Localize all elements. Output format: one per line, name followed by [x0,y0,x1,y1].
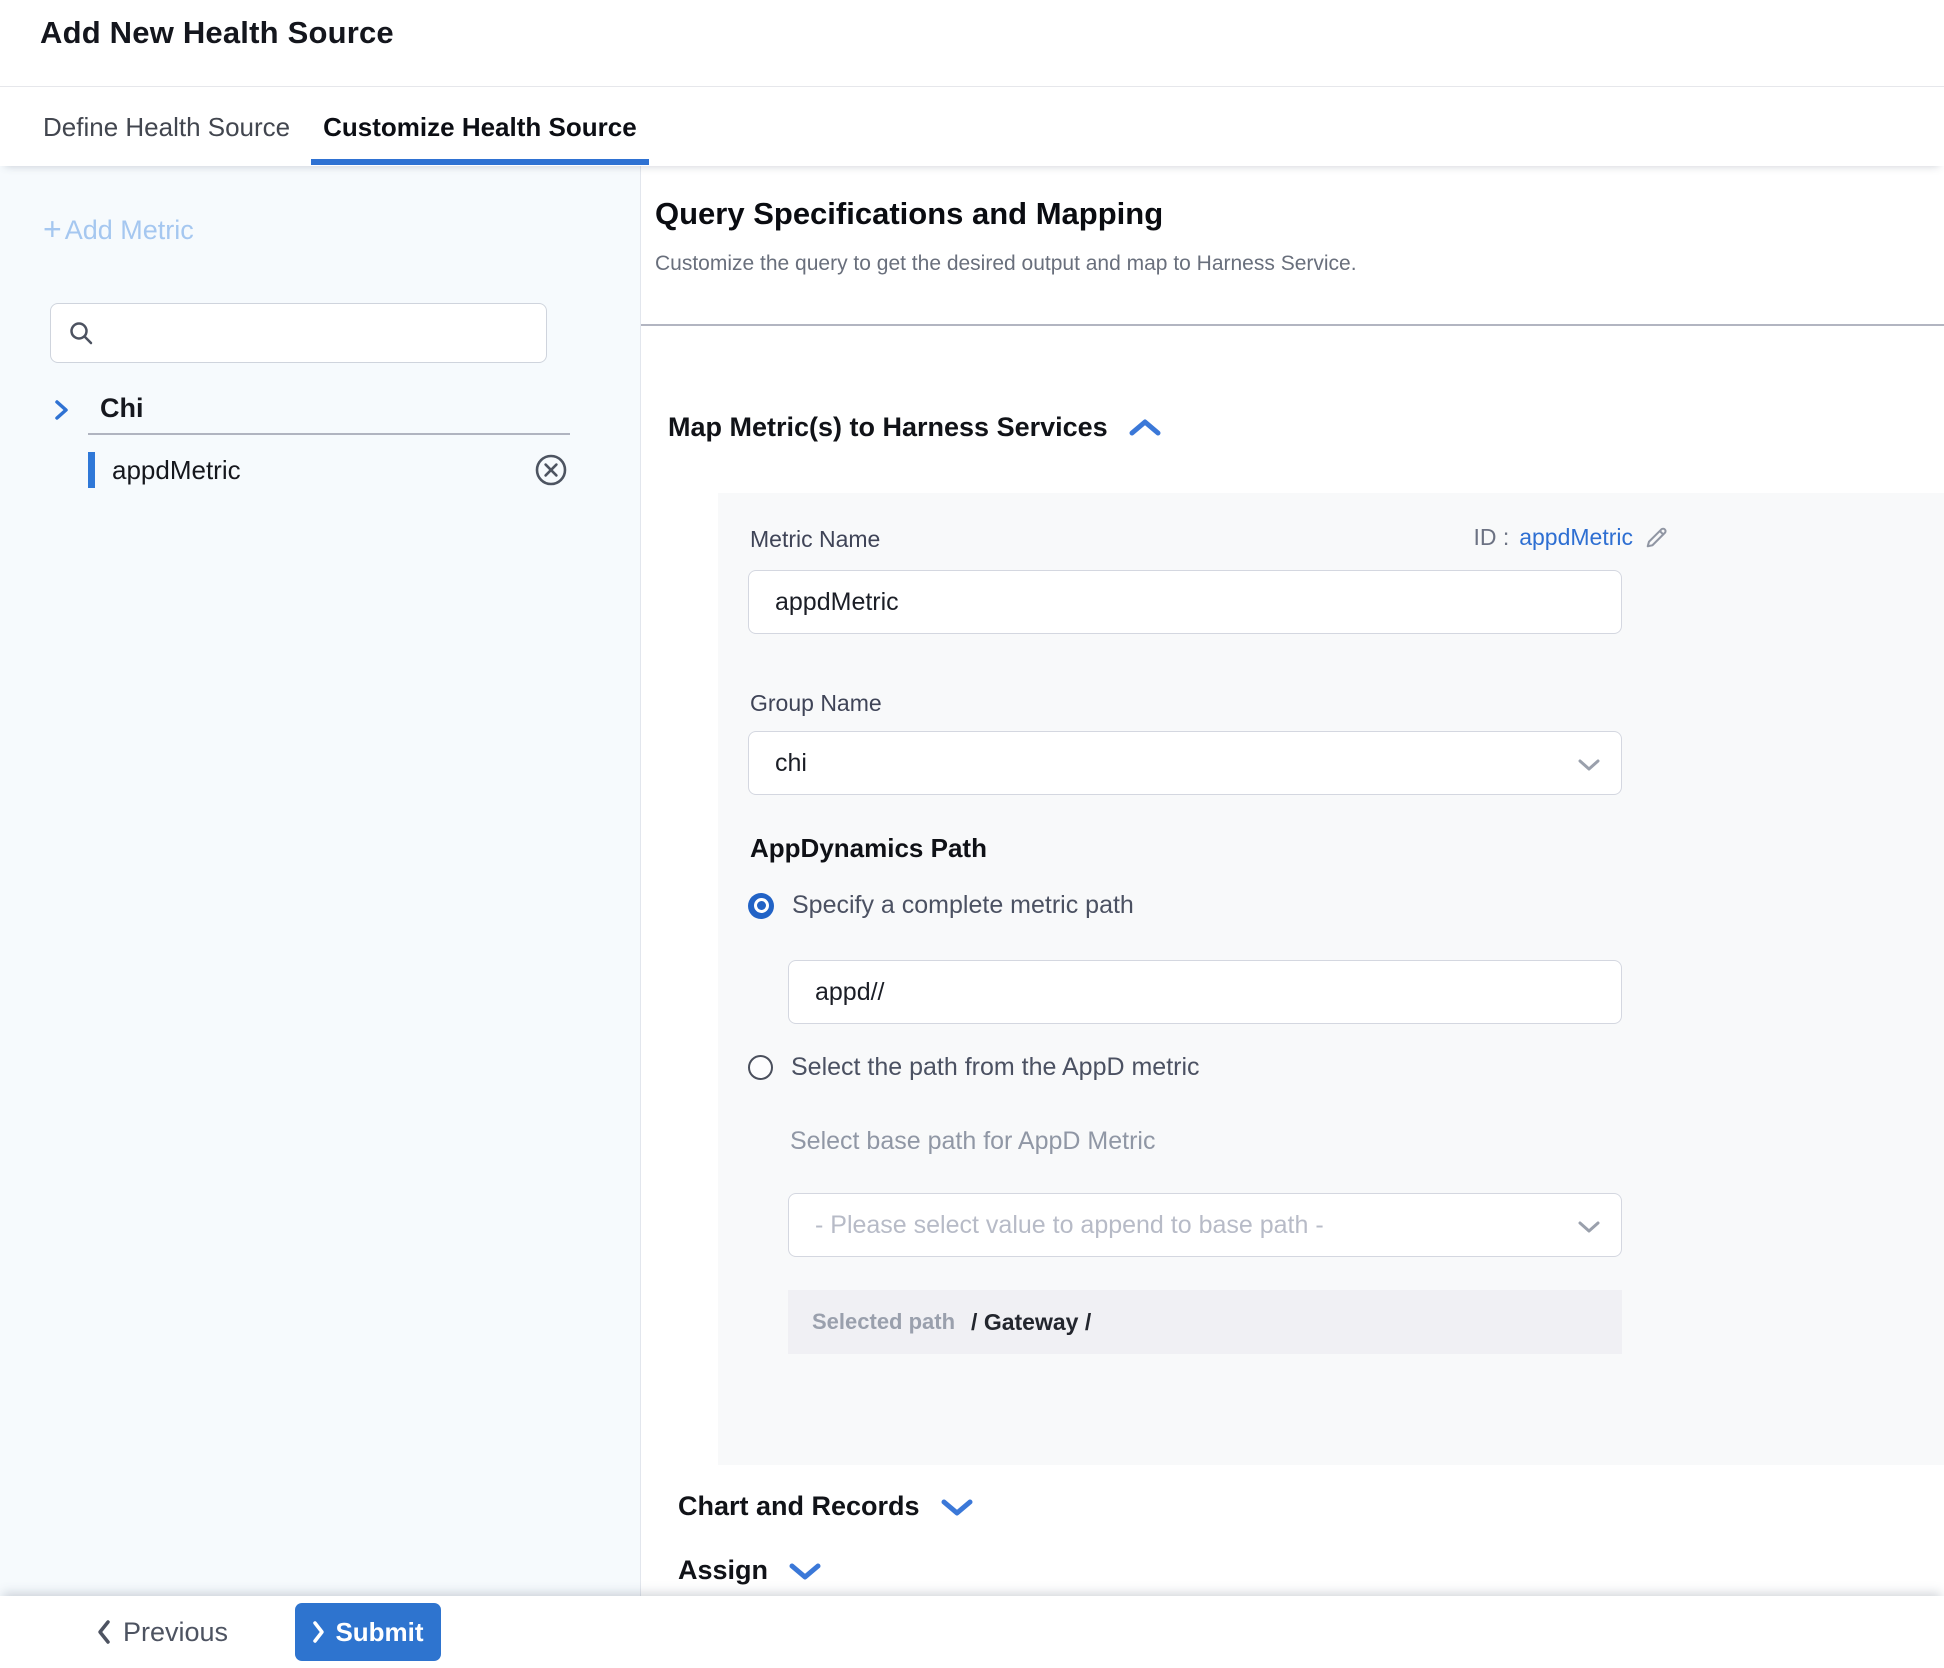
radio-unselected-icon [748,1055,773,1080]
appdynamics-path-title: AppDynamics Path [750,833,987,864]
pencil-icon [1643,524,1670,551]
metric-name-input[interactable] [748,570,1622,634]
query-spec-panel: Query Specifications and Mapping Customi… [641,166,1944,1596]
submit-button[interactable]: Submit [295,1603,441,1661]
id-prefix-label: ID : [1473,524,1509,551]
selected-path-label: Selected path [812,1309,955,1335]
map-metrics-section-header[interactable]: Map Metric(s) to Harness Services [668,412,1162,443]
metric-list-item[interactable]: appdMetric [0,451,640,489]
chevron-down-icon [940,1497,974,1517]
delete-metric-button[interactable] [533,452,569,488]
radio-selected-icon [748,893,774,919]
tab-bar: Define Health Source Customize Health So… [0,88,1944,166]
previous-button[interactable]: Previous [96,1608,228,1656]
metric-path-input[interactable] [788,960,1622,1024]
chevron-down-icon [1577,758,1601,772]
map-metrics-form-panel: Metric Name ID : appdMetric Group Name c… [718,493,1944,1465]
previous-button-label: Previous [123,1617,228,1648]
group-name-value: chi [775,749,807,778]
chevron-down-icon [1577,1220,1601,1234]
selected-indicator-bar [88,452,95,488]
base-path-select[interactable]: - Please select value to append to base … [788,1193,1622,1257]
base-path-placeholder: - Please select value to append to base … [815,1211,1324,1240]
id-value-link[interactable]: appdMetric [1519,524,1633,551]
tab-define-health-source[interactable]: Define Health Source [31,88,302,166]
chevron-up-icon [1128,418,1162,438]
metric-id-block: ID : appdMetric [1473,524,1670,551]
metrics-sidebar: + Add Metric Chi appdMetric [0,166,641,1596]
selected-path-value: / Gateway / [971,1309,1091,1336]
page-subtitle: Customize the query to get the desired o… [655,252,1357,276]
base-path-label: Select base path for AppD Metric [790,1127,1155,1156]
submit-button-label: Submit [335,1617,423,1648]
footer-bar: Previous Submit [0,1596,1944,1668]
chevron-left-icon [96,1619,111,1645]
radio-select-appd-path-label: Select the path from the AppD metric [791,1053,1200,1082]
metric-group-row[interactable]: Chi [0,392,640,428]
add-metric-button[interactable]: + Add Metric [43,214,194,246]
metric-search-box [50,303,547,363]
chevron-down-icon [788,1561,822,1581]
radio-complete-metric-path-label: Specify a complete metric path [792,891,1134,920]
search-icon [68,320,95,347]
tab-customize-health-source[interactable]: Customize Health Source [311,88,649,166]
chart-and-records-section-header[interactable]: Chart and Records [678,1491,974,1522]
remove-circle-icon [533,452,569,488]
dialog-body: + Add Metric Chi appdMetric [0,166,1944,1596]
plus-icon: + [43,213,62,245]
metric-item-label: appdMetric [112,455,241,486]
edit-id-button[interactable] [1643,524,1670,551]
dialog-header: Add New Health Source [0,0,1944,87]
tree-divider [88,433,570,435]
map-metrics-section-title: Map Metric(s) to Harness Services [668,412,1108,443]
selected-path-bar: Selected path / Gateway / [788,1290,1622,1354]
dialog-title: Add New Health Source [40,15,394,51]
group-name-label: Group Name [750,690,882,717]
group-name-select[interactable]: chi [748,731,1622,795]
metric-group-label: Chi [100,393,144,424]
divider [641,324,1944,326]
page-title: Query Specifications and Mapping [655,196,1163,232]
assign-section-header[interactable]: Assign [678,1555,822,1586]
chevron-right-icon [52,398,70,422]
assign-title: Assign [678,1555,768,1586]
add-metric-label: Add Metric [65,215,194,246]
search-input[interactable] [105,308,536,358]
chart-and-records-title: Chart and Records [678,1491,920,1522]
metric-name-label: Metric Name [750,526,880,553]
radio-complete-metric-path[interactable]: Specify a complete metric path [748,891,1134,920]
chevron-right-icon [312,1620,325,1644]
radio-select-appd-path[interactable]: Select the path from the AppD metric [748,1053,1200,1082]
